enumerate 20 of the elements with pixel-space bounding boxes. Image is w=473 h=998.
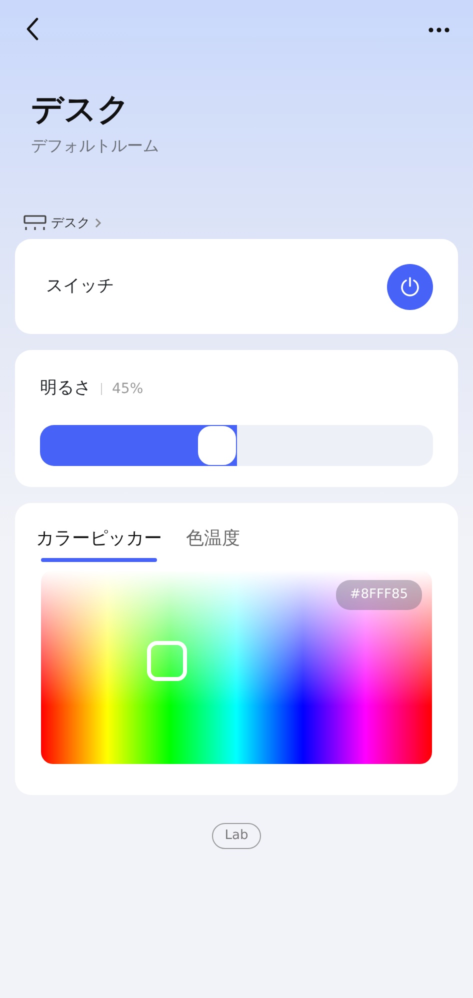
- brightness-label: 明るさ: [40, 377, 91, 400]
- tab[interactable]: 色温度: [186, 525, 240, 562]
- color-handle[interactable]: [147, 641, 187, 682]
- desk-icon: [23, 214, 47, 232]
- room-subtitle: デフォルトルーム: [31, 135, 160, 158]
- brightness-slider[interactable]: [40, 424, 433, 466]
- back-button[interactable]: [25, 16, 39, 42]
- hex-value: #8FFF85: [336, 580, 422, 610]
- tab[interactable]: カラーピッカー: [36, 525, 162, 562]
- slider-thumb[interactable]: [196, 424, 237, 466]
- power-button[interactable]: [387, 264, 433, 310]
- switch-label: スイッチ: [46, 275, 114, 298]
- lab-tag: Lab: [212, 823, 262, 849]
- page-title: デスク: [31, 90, 131, 128]
- breadcrumb-link[interactable]: デスク: [51, 214, 90, 234]
- back-icon: [25, 17, 39, 42]
- more-icon: [428, 26, 450, 33]
- brightness-value: 45%: [112, 380, 144, 399]
- chevron-icon: [94, 217, 102, 230]
- power-icon: [399, 276, 421, 298]
